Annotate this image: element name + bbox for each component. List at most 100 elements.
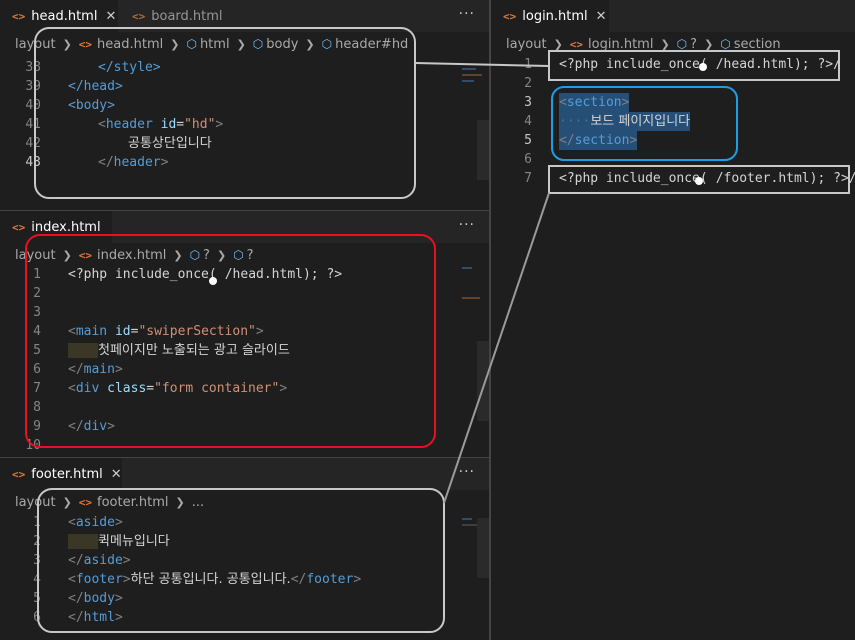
cursor-marker bbox=[209, 277, 217, 285]
close-icon[interactable]: ✕ bbox=[596, 9, 607, 24]
breadcrumb-item[interactable]: ? bbox=[203, 248, 210, 263]
chevron-right-icon: ❯ bbox=[236, 37, 246, 51]
breadcrumb: layout ❯ <> head.html ❯ ⬡ html ❯ ⬡ body … bbox=[0, 32, 489, 56]
breadcrumb-item[interactable]: layout bbox=[15, 37, 56, 52]
chevron-right-icon: ❯ bbox=[62, 495, 72, 509]
tag-name: section bbox=[566, 95, 622, 110]
more-actions-icon[interactable]: ··· bbox=[459, 6, 475, 22]
attr-value: "hd" bbox=[184, 117, 216, 132]
code-line: </head> bbox=[68, 79, 123, 94]
line-number: 1 bbox=[524, 57, 532, 72]
line-number: 8 bbox=[33, 400, 41, 415]
breadcrumb-item[interactable]: layout bbox=[506, 37, 547, 52]
symbol-cube-icon: ⬡ bbox=[233, 248, 244, 262]
breadcrumb-item[interactable]: html bbox=[200, 37, 230, 52]
head-editor-pane: <> head.html ✕ <> board.html ··· layout … bbox=[0, 0, 489, 210]
code-line: </html> bbox=[68, 610, 123, 625]
korean-text: 하단 공통입니다. 공통입니다. bbox=[130, 572, 291, 587]
code-area[interactable]: 38 39 40 41 42 43 </style> </head> <body… bbox=[0, 58, 489, 210]
tab-footer-html[interactable]: <> footer.html ✕ bbox=[0, 458, 122, 490]
more-actions-icon[interactable]: ··· bbox=[459, 464, 475, 480]
code-area[interactable]: 1 2 3 4 5 6 <aside> 퀵메뉴입니다 </aside> <foo… bbox=[0, 513, 489, 640]
scrollbar[interactable] bbox=[477, 341, 489, 421]
php-code: /head.html); ?> bbox=[224, 267, 343, 282]
tab-login-html[interactable]: <> login.html ✕ bbox=[491, 0, 609, 32]
tab-label: login.html bbox=[522, 8, 588, 24]
code-line: 첫페이지만 노출되는 광고 슬라이드 bbox=[68, 341, 290, 360]
indent-guide bbox=[68, 534, 98, 549]
korean-text: 보드 페이지입니다 bbox=[590, 114, 691, 129]
html-file-icon: <> bbox=[569, 37, 584, 51]
code-line: 공통상단입니다 bbox=[128, 136, 212, 151]
html-file-icon: <> bbox=[78, 37, 93, 51]
code-area[interactable]: 1 2 3 4 5 6 7 <?php include_once(/head.h… bbox=[491, 55, 855, 640]
code-line: 퀵메뉴입니다 bbox=[68, 532, 170, 551]
chevron-right-icon: ❯ bbox=[660, 37, 670, 51]
tag-name: footer bbox=[306, 572, 354, 587]
more-actions-icon[interactable]: ··· bbox=[459, 217, 475, 233]
breadcrumb-item[interactable]: ? bbox=[247, 248, 254, 263]
close-icon[interactable]: ✕ bbox=[105, 9, 116, 24]
code-line: <header id="hd"> bbox=[98, 117, 224, 132]
code-line: <main id="swiperSection"> bbox=[68, 324, 264, 339]
php-code: <?php include_once( bbox=[559, 171, 708, 186]
line-number: 5 bbox=[33, 591, 41, 606]
tag-name: div bbox=[83, 419, 108, 434]
breadcrumb-item[interactable]: footer.html bbox=[97, 495, 168, 510]
login-tab-bar: <> login.html ✕ bbox=[491, 0, 855, 32]
line-number: 2 bbox=[524, 76, 532, 91]
attr-value: "swiperSection" bbox=[138, 324, 256, 339]
breadcrumb-item[interactable]: layout bbox=[15, 248, 56, 263]
code-line-selected: </section> bbox=[559, 131, 638, 150]
line-number: 43 bbox=[25, 155, 41, 170]
korean-text: 퀵메뉴입니다 bbox=[98, 534, 170, 549]
line-number: 1 bbox=[33, 267, 41, 282]
line-number: 4 bbox=[33, 572, 41, 587]
breadcrumb-item[interactable]: ? bbox=[690, 37, 697, 52]
code-line-selected: ····보드 페이지입니다 bbox=[559, 112, 691, 131]
tag-name: footer bbox=[75, 572, 123, 587]
line-number: 1 bbox=[33, 515, 41, 530]
breadcrumb-item[interactable]: head.html bbox=[97, 37, 163, 52]
korean-text: 첫페이지만 노출되는 광고 슬라이드 bbox=[98, 343, 290, 358]
chevron-right-icon: ❯ bbox=[216, 248, 227, 262]
breadcrumb-item[interactable]: login.html bbox=[588, 37, 653, 52]
breadcrumb-item[interactable]: index.html bbox=[97, 248, 166, 263]
symbol-cube-icon: ⬡ bbox=[252, 37, 264, 51]
line-number: 42 bbox=[25, 136, 41, 151]
chevron-right-icon: ❯ bbox=[553, 37, 563, 51]
php-code: /footer.html); ?>/ bbox=[715, 171, 855, 186]
code-line: </main> bbox=[68, 362, 123, 377]
tab-label: head.html bbox=[31, 8, 98, 24]
breadcrumb-item[interactable]: header#hd bbox=[335, 37, 408, 52]
breadcrumb-item[interactable]: section bbox=[734, 37, 781, 52]
scrollbar[interactable] bbox=[477, 120, 489, 180]
tab-index-html[interactable]: <> index.html bbox=[0, 211, 112, 243]
index-editor-pane: <> index.html ··· layout ❯ <> index.html… bbox=[0, 211, 489, 457]
code-area[interactable]: 1 2 3 4 5 6 7 8 9 10 <?php include_once(… bbox=[0, 265, 489, 457]
tag-name: body bbox=[83, 591, 115, 606]
line-number: 3 bbox=[33, 305, 41, 320]
line-number: 39 bbox=[25, 79, 41, 94]
breadcrumb: layout ❯ <> index.html ❯ ⬡ ? ❯ ⬡ ? bbox=[0, 243, 489, 267]
chevron-right-icon: ❯ bbox=[175, 495, 185, 509]
code-line-selected: <section> bbox=[559, 93, 630, 112]
head-tab-bar: <> head.html ✕ <> board.html ··· bbox=[0, 0, 489, 32]
line-number: 10 bbox=[25, 438, 41, 453]
breadcrumb-item[interactable]: body bbox=[266, 37, 298, 52]
breadcrumb-item[interactable]: ... bbox=[192, 495, 204, 510]
footer-tab-bar: <> footer.html ✕ ··· bbox=[0, 458, 489, 490]
line-number: 3 bbox=[524, 95, 532, 110]
tab-head-html[interactable]: <> head.html ✕ bbox=[0, 0, 118, 32]
html-file-icon: <> bbox=[132, 9, 146, 23]
breadcrumb-item[interactable]: layout bbox=[15, 495, 56, 510]
tab-board-html[interactable]: <> board.html bbox=[120, 0, 232, 32]
line-number: 4 bbox=[33, 324, 41, 339]
line-number: 3 bbox=[33, 553, 41, 568]
close-icon[interactable]: ✕ bbox=[111, 467, 122, 482]
scrollbar[interactable] bbox=[477, 518, 489, 578]
code-line: </div> bbox=[68, 419, 115, 434]
code-line: </style> bbox=[98, 60, 161, 75]
tag-name: aside bbox=[75, 515, 115, 530]
tab-label: footer.html bbox=[31, 466, 103, 482]
